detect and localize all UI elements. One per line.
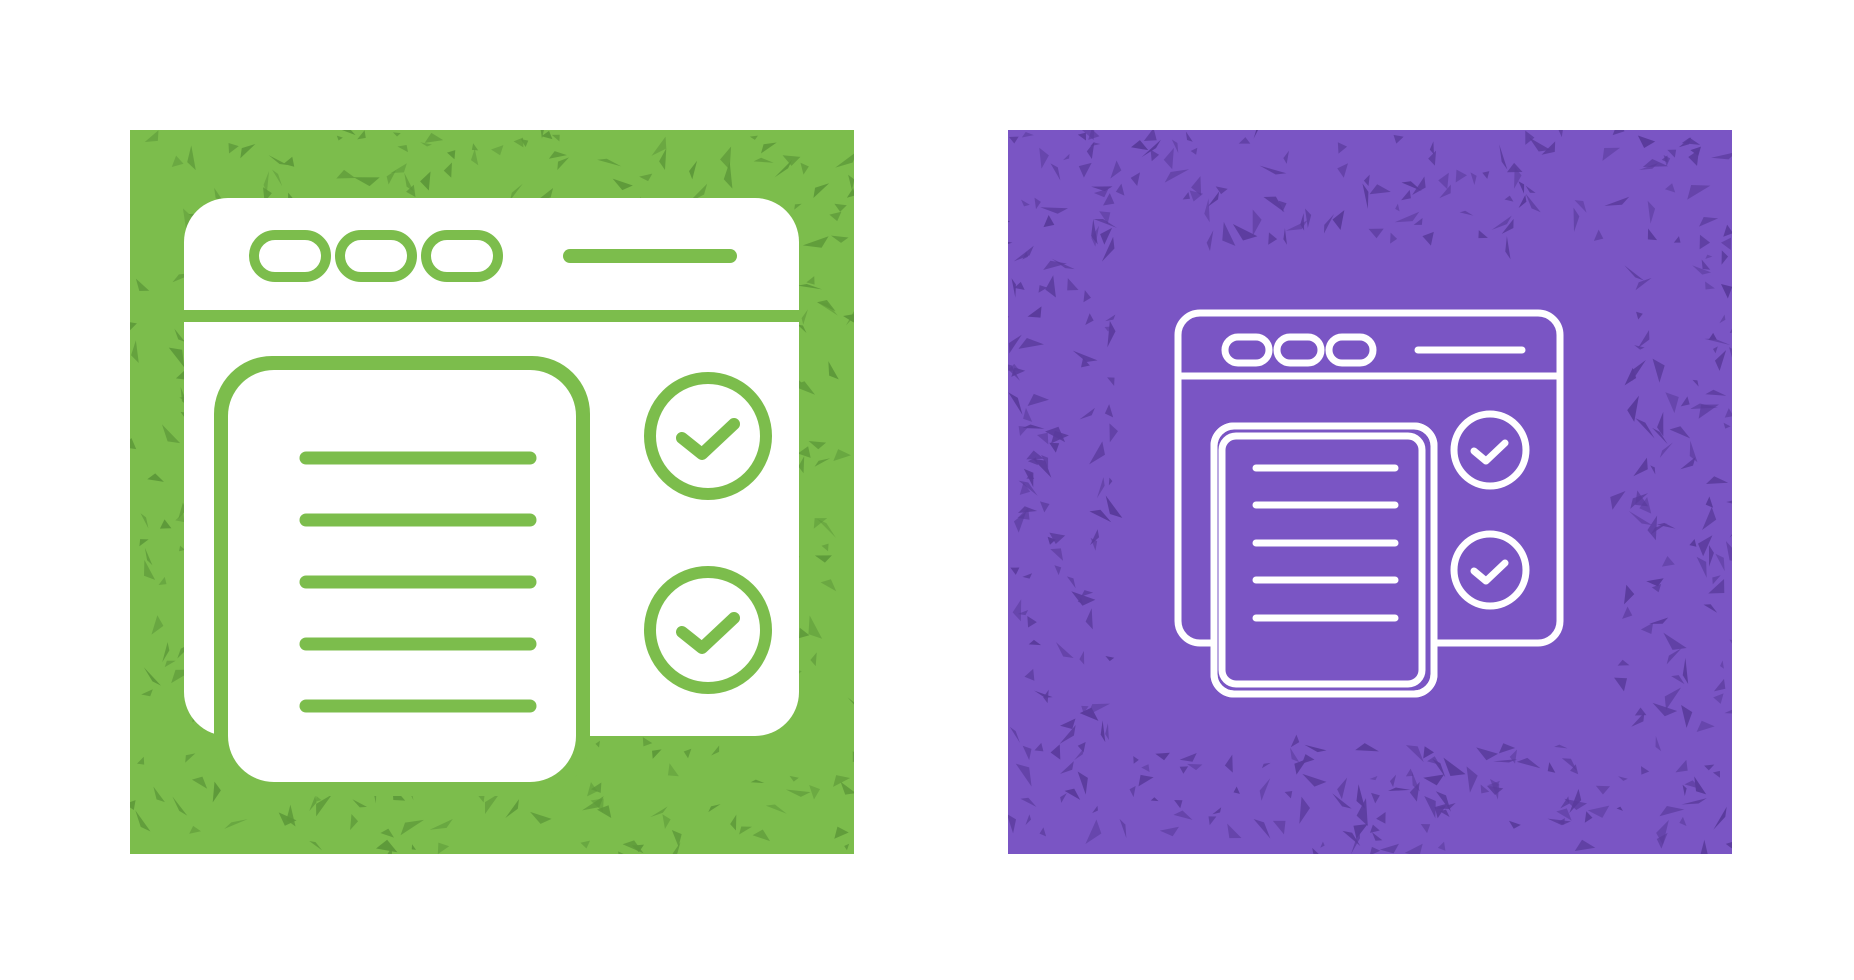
purple-tile-svg (1008, 130, 1732, 854)
green-icon-tile (130, 130, 854, 854)
title-bar-separator (184, 310, 799, 322)
icon-sheet (0, 0, 1854, 980)
purple-icon-tile (1008, 130, 1732, 854)
browser-checklist-glyph-icon (184, 198, 799, 796)
green-tile-svg (130, 130, 854, 854)
